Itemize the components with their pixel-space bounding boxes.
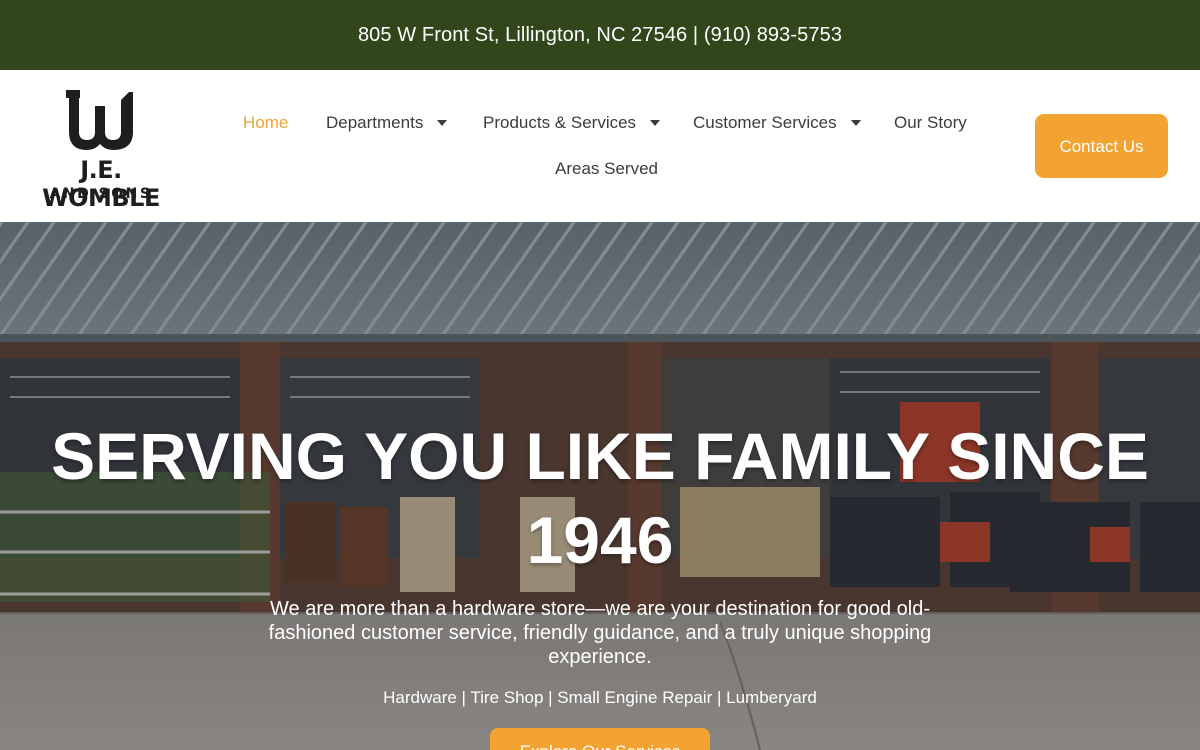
site-logo[interactable]: J.E. WOMBLE AND SONS: [33, 88, 169, 212]
hero-services-list: Hardware | Tire Shop | Small Engine Repa…: [383, 688, 817, 707]
chevron-down-icon: [650, 120, 661, 126]
nav-products-label: Products & Services: [483, 113, 637, 132]
hero-section: SERVING YOU LIKE FAMILY SINCE 1946 We ar…: [0, 222, 1200, 750]
hero-subtitle: We are more than a hardware store—we are…: [268, 598, 932, 668]
contact-us-label: Contact Us: [1059, 136, 1144, 156]
nav-customer-services-label: Customer Services: [693, 113, 837, 132]
site-header: J.E. WOMBLE AND SONS Home Departments Pr…: [0, 70, 1200, 222]
chevron-down-icon: [437, 120, 448, 126]
address-phone-text: 805 W Front St, Lillington, NC 27546 | (…: [357, 23, 843, 46]
womble-w-logo-icon: [66, 90, 133, 150]
logo-name: J.E. WOMBLE: [42, 156, 160, 212]
contact-us-button[interactable]: Contact Us: [1035, 114, 1168, 178]
nav-areas-served-label: Areas Served: [555, 159, 658, 178]
nav-home[interactable]: Home: [243, 113, 288, 133]
nav-departments[interactable]: Departments: [326, 113, 448, 133]
logo-tagline: AND SONS: [49, 186, 153, 202]
nav-home-label: Home: [243, 113, 289, 132]
nav-our-story[interactable]: Our Story: [894, 113, 967, 133]
top-contact-bar: 805 W Front St, Lillington, NC 27546 | (…: [0, 0, 1200, 70]
explore-services-button[interactable]: Explore Our Services: [490, 728, 710, 750]
nav-products-services[interactable]: Products & Services: [483, 113, 661, 133]
nav-departments-label: Departments: [326, 113, 424, 132]
chevron-down-icon: [850, 120, 861, 126]
nav-our-story-label: Our Story: [894, 113, 967, 132]
hero-title: SERVING YOU LIKE FAMILY SINCE 1946: [51, 419, 1149, 577]
nav-areas-served[interactable]: Areas Served: [555, 159, 658, 179]
nav-customer-services[interactable]: Customer Services: [693, 113, 861, 133]
explore-services-label: Explore Our Services: [520, 742, 681, 750]
